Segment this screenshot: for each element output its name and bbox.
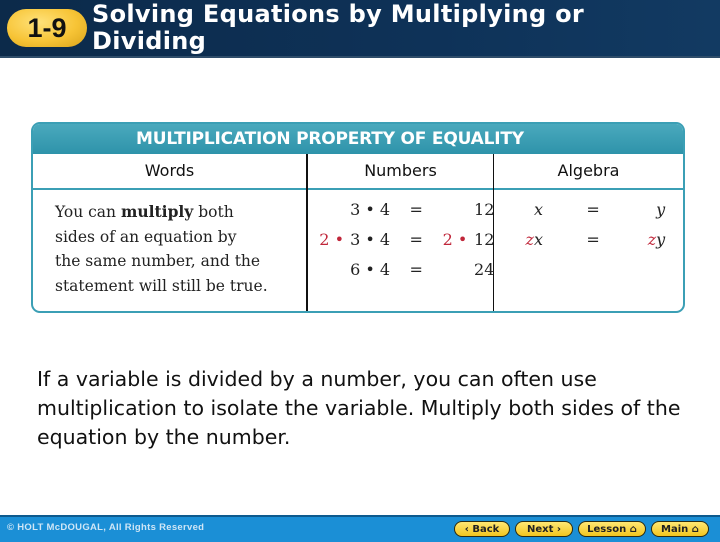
column-divider [306, 154, 308, 311]
explanation-paragraph: If a variable is divided by a number, yo… [37, 367, 681, 449]
algebra-row: x = y [513, 200, 665, 219]
main-button[interactable]: Main ⌂ [651, 521, 709, 537]
numbers-row: 6 • 4 = 24 [316, 260, 494, 279]
equals-sign: = [409, 260, 423, 279]
lesson-label: Lesson [587, 524, 627, 535]
equals-sign: = [409, 200, 423, 219]
column-header-numbers: Numbers [364, 161, 437, 180]
slide-title: Solving Equations by Multiplying or Divi… [92, 1, 584, 55]
number-expression: 3 • 4 [350, 230, 391, 249]
variable: y [656, 230, 666, 249]
header-divider [0, 56, 720, 58]
number-expression: 3 • 4 [350, 200, 391, 219]
variable: x [533, 230, 543, 249]
number-result: 24 [474, 260, 495, 279]
variable: x [533, 200, 543, 219]
main-label: Main [661, 524, 689, 535]
slide-header: 1-9 Solving Equations by Multiplying or … [0, 0, 720, 57]
property-title: MULTIPLICATION PROPERTY OF EQUALITY [33, 124, 683, 154]
numbers-row: 3 • 4 = 12 [316, 200, 494, 219]
words-bold-text: multiply [120, 202, 194, 221]
number-result: 12 [474, 200, 495, 219]
back-label: ‹ Back [464, 524, 500, 535]
slide-title-line2: Dividing [92, 27, 207, 55]
variable-multiplier: z [525, 230, 534, 249]
equals-sign: = [586, 230, 600, 249]
column-header-words: Words [144, 161, 195, 180]
back-button[interactable]: ‹ Back [454, 521, 510, 537]
multiplier: 2 • [442, 230, 468, 249]
slide-footer: © HOLT McDOUGAL, All Rights Reserved ‹ B… [0, 515, 720, 542]
copyright-text: © HOLT McDOUGAL, All Rights Reserved [7, 522, 205, 533]
home-icon: ⌂ [629, 524, 637, 535]
number-expression: 6 • 4 [350, 260, 391, 279]
next-button[interactable]: Next › [515, 521, 573, 537]
equals-sign: = [409, 230, 423, 249]
lesson-number-badge: 1-9 [7, 9, 87, 47]
words-line: sides of an equation by [55, 227, 237, 246]
column-headers: Words Numbers Algebra [33, 154, 683, 190]
slide-title-line1: Solving Equations by Multiplying or [92, 0, 585, 28]
algebra-row: zx = zy [513, 230, 666, 249]
home-icon: ⌂ [691, 524, 699, 535]
next-label: Next › [527, 524, 561, 535]
lesson-button[interactable]: Lesson ⌂ [578, 521, 646, 537]
words-text: both [193, 203, 234, 221]
multiplier: 2 • [319, 230, 344, 249]
variable: y [656, 200, 666, 219]
words-text: You can [55, 203, 121, 221]
number-result: 12 [474, 230, 495, 249]
lesson-number: 1-9 [27, 12, 67, 43]
multiplication-property-table: MULTIPLICATION PROPERTY OF EQUALITY Word… [31, 122, 685, 313]
variable-multiplier: z [647, 230, 657, 249]
equals-sign: = [586, 200, 600, 219]
words-description: You can multiply both sides of an equati… [55, 200, 305, 298]
words-line: the same number, and the [55, 252, 261, 270]
numbers-row: 2 • 3 • 4 = 2 • 12 [316, 230, 494, 249]
column-header-algebra: Algebra [557, 161, 620, 180]
words-line: statement will still be true. [55, 276, 268, 295]
